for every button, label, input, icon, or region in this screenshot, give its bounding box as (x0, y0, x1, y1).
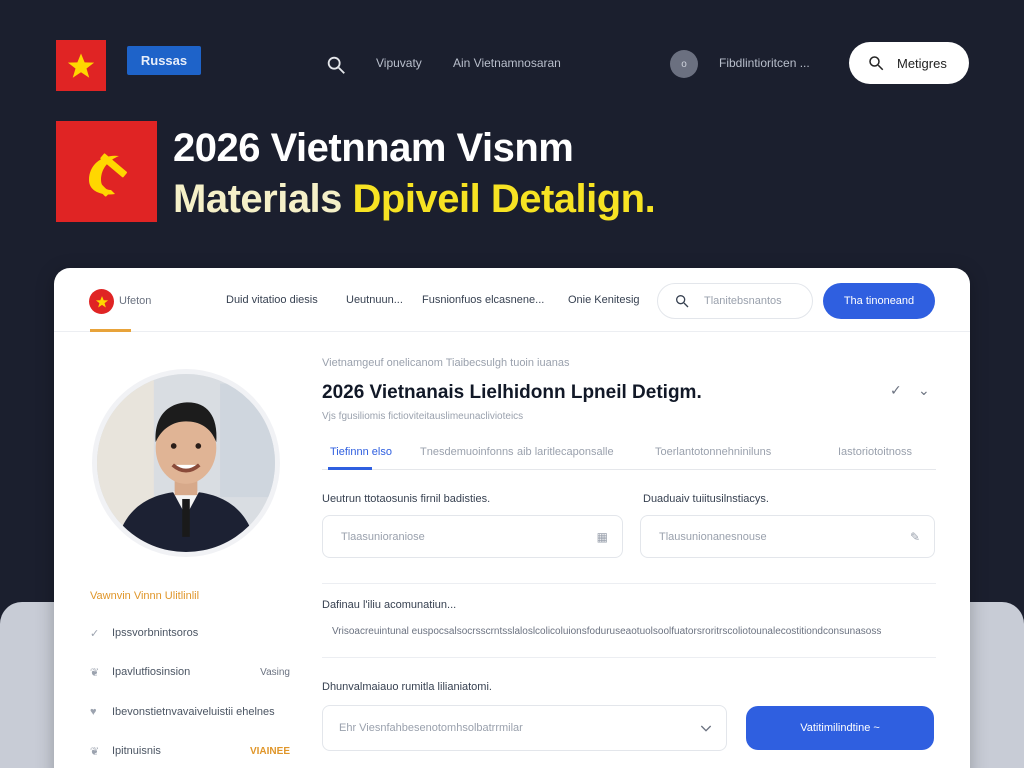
profile-dot[interactable]: o (670, 50, 698, 78)
hammer-sickle-icon (88, 152, 127, 196)
search-icon (676, 295, 689, 308)
hero-title-line2: Materials Dpiveil Detalign. (173, 177, 656, 222)
page-title: 2026 Vietnanais Lielhidonn Lpneil Detigm… (322, 382, 702, 403)
star-icon (95, 295, 108, 307)
field1-placeholder: Tlaasunioraniose (341, 530, 425, 543)
card-cta-button[interactable]: Tha tinoneand (823, 283, 935, 319)
sidebar-item[interactable]: ✓ Ipssvorbnintsoros (90, 624, 290, 642)
sidebar-item-value: VIAINEE (249, 745, 290, 757)
top-nav-link-1[interactable]: Vipuvaty (376, 56, 422, 70)
select-label: Dhunvalmaiauo rumitla lilianiatomi. (322, 681, 492, 693)
calendar-icon[interactable]: ▦ (597, 530, 608, 544)
check-icon[interactable]: ✓ (890, 382, 902, 399)
card-nav-link-1[interactable]: Duid vitatioo diesis (226, 294, 318, 306)
field1-label: Ueutrun ttotaosunis firnil badisties. (322, 493, 491, 505)
tab-3[interactable]: aib laritlecaponsalle (517, 446, 614, 458)
active-tab-indicator (328, 467, 372, 470)
heart-icon: ♥ (90, 706, 97, 718)
account-link[interactable]: Fibdlintioritcen ... (719, 56, 810, 70)
profile-dot-label: o (681, 58, 687, 70)
avatar[interactable] (92, 369, 280, 557)
divider (322, 657, 936, 658)
sidebar-item[interactable]: ♥ Ibevonstietnvavaiveluistii ehelnes (90, 703, 290, 721)
profile-card: Ufeton Duid vitatioo diesis Ueutnuun... … (54, 268, 970, 768)
sidebar-item-label: Ipitnuisnis (112, 745, 161, 757)
field2-label: Duaduaiv tuiitusilnstiacys. (643, 493, 769, 505)
card-logo[interactable] (89, 289, 114, 314)
hero-title-line1: 2026 Vietnnam Visnm (173, 126, 574, 170)
search-icon (869, 56, 884, 71)
leaf-icon: ❦ (90, 666, 100, 679)
vietnam-flag-logo[interactable] (56, 40, 106, 91)
leaf-icon: ❦ (90, 745, 100, 758)
sidebar-item-label: Ipssvorbnintsoros (112, 627, 199, 639)
tab-5[interactable]: Iastoriotoitnoss (838, 446, 912, 458)
divider (322, 583, 936, 584)
dropdown-select[interactable]: Ehr Viesnfahbesenotomhsolbatrrmilar (322, 705, 727, 751)
sidebar-heading: Vawnvin Vinnn Ulitlinlil (90, 590, 200, 602)
field2-input[interactable]: Tlausunionanesnouse ✎ (640, 515, 935, 558)
breadcrumb[interactable]: Vietnamgeuf onelicanom Tiaibecsulgh tuoi… (322, 357, 569, 369)
page-subtitle: Vjs fgusiliomis fictioviteitauslimeunacl… (322, 411, 524, 422)
star-icon (67, 53, 95, 78)
card-navbar: Ufeton Duid vitatioo diesis Ueutnuun... … (54, 268, 970, 332)
active-nav-underline (90, 329, 131, 332)
card-nav-link-3[interactable]: Fusnionfuos elcasnene... (422, 294, 544, 306)
field1-input[interactable]: Tlaasunioraniose ▦ (322, 515, 623, 558)
chevron-down-icon[interactable]: ⌄ (918, 382, 930, 399)
search-placeholder: Tlanitebsnantos (704, 295, 782, 307)
tab-bar: Tiefinnn elso Tnesdemuoinfonns aib larit… (322, 440, 936, 470)
chevron-down-icon (700, 725, 712, 732)
field2-placeholder: Tlausunionanesnouse (659, 530, 767, 543)
select-placeholder: Ehr Viesnfahbesenotomhsolbatrrmilar (339, 722, 523, 734)
sidebar-item[interactable]: ❦ Ipavlutfiosinsion Vasing (90, 663, 290, 681)
description-label: Dafinau l'iliu acomunatiun... (322, 599, 457, 611)
sidebar-item[interactable]: ❦ Ipitnuisnis VIAINEE (90, 742, 290, 760)
tab-1[interactable]: Tiefinnn elso (330, 446, 392, 458)
hero-title-highlight: Dpiveil Detalign. (352, 177, 656, 221)
search-icon[interactable] (325, 54, 347, 76)
edit-icon[interactable]: ✎ (910, 530, 920, 544)
card-brand[interactable]: Ufeton (119, 295, 151, 307)
hero-title-word: Materials (173, 177, 342, 221)
sidebar-item-label: Ipavlutfiosinsion (112, 666, 191, 678)
top-nav-link-2[interactable]: Ain Vietnamnosaran (453, 56, 561, 70)
top-bar: Russas Vipuvaty Ain Vietnamnosaran o Fib… (0, 0, 1024, 115)
avatar-portrait (97, 374, 275, 552)
check-icon: ✓ (90, 627, 100, 640)
sidebar-item-value: Vasing (260, 666, 290, 678)
top-pill-label: Metigres (897, 55, 947, 71)
hammer-sickle-flag (56, 121, 157, 222)
submit-button[interactable]: Vatitimilindtine ~ (746, 706, 934, 750)
tab-2[interactable]: Tnesdemuoinfonns (420, 446, 514, 458)
card-search-input[interactable]: Tlanitebsnantos (657, 283, 813, 319)
tab-4[interactable]: Toerlantotonnehniniluns (655, 446, 771, 458)
card-nav-link-4[interactable]: Onie Kenitesig (568, 294, 640, 306)
card-nav-link-2[interactable]: Ueutnuun... (346, 294, 403, 306)
brand-chip[interactable]: Russas (127, 46, 201, 75)
description-text: Vrisoacreuintunal euspocsalsocrsscrntssl… (332, 626, 882, 637)
top-search-pill[interactable]: Metigres (849, 42, 969, 84)
sidebar-item-label: Ibevonstietnvavaiveluistii ehelnes (112, 706, 275, 718)
